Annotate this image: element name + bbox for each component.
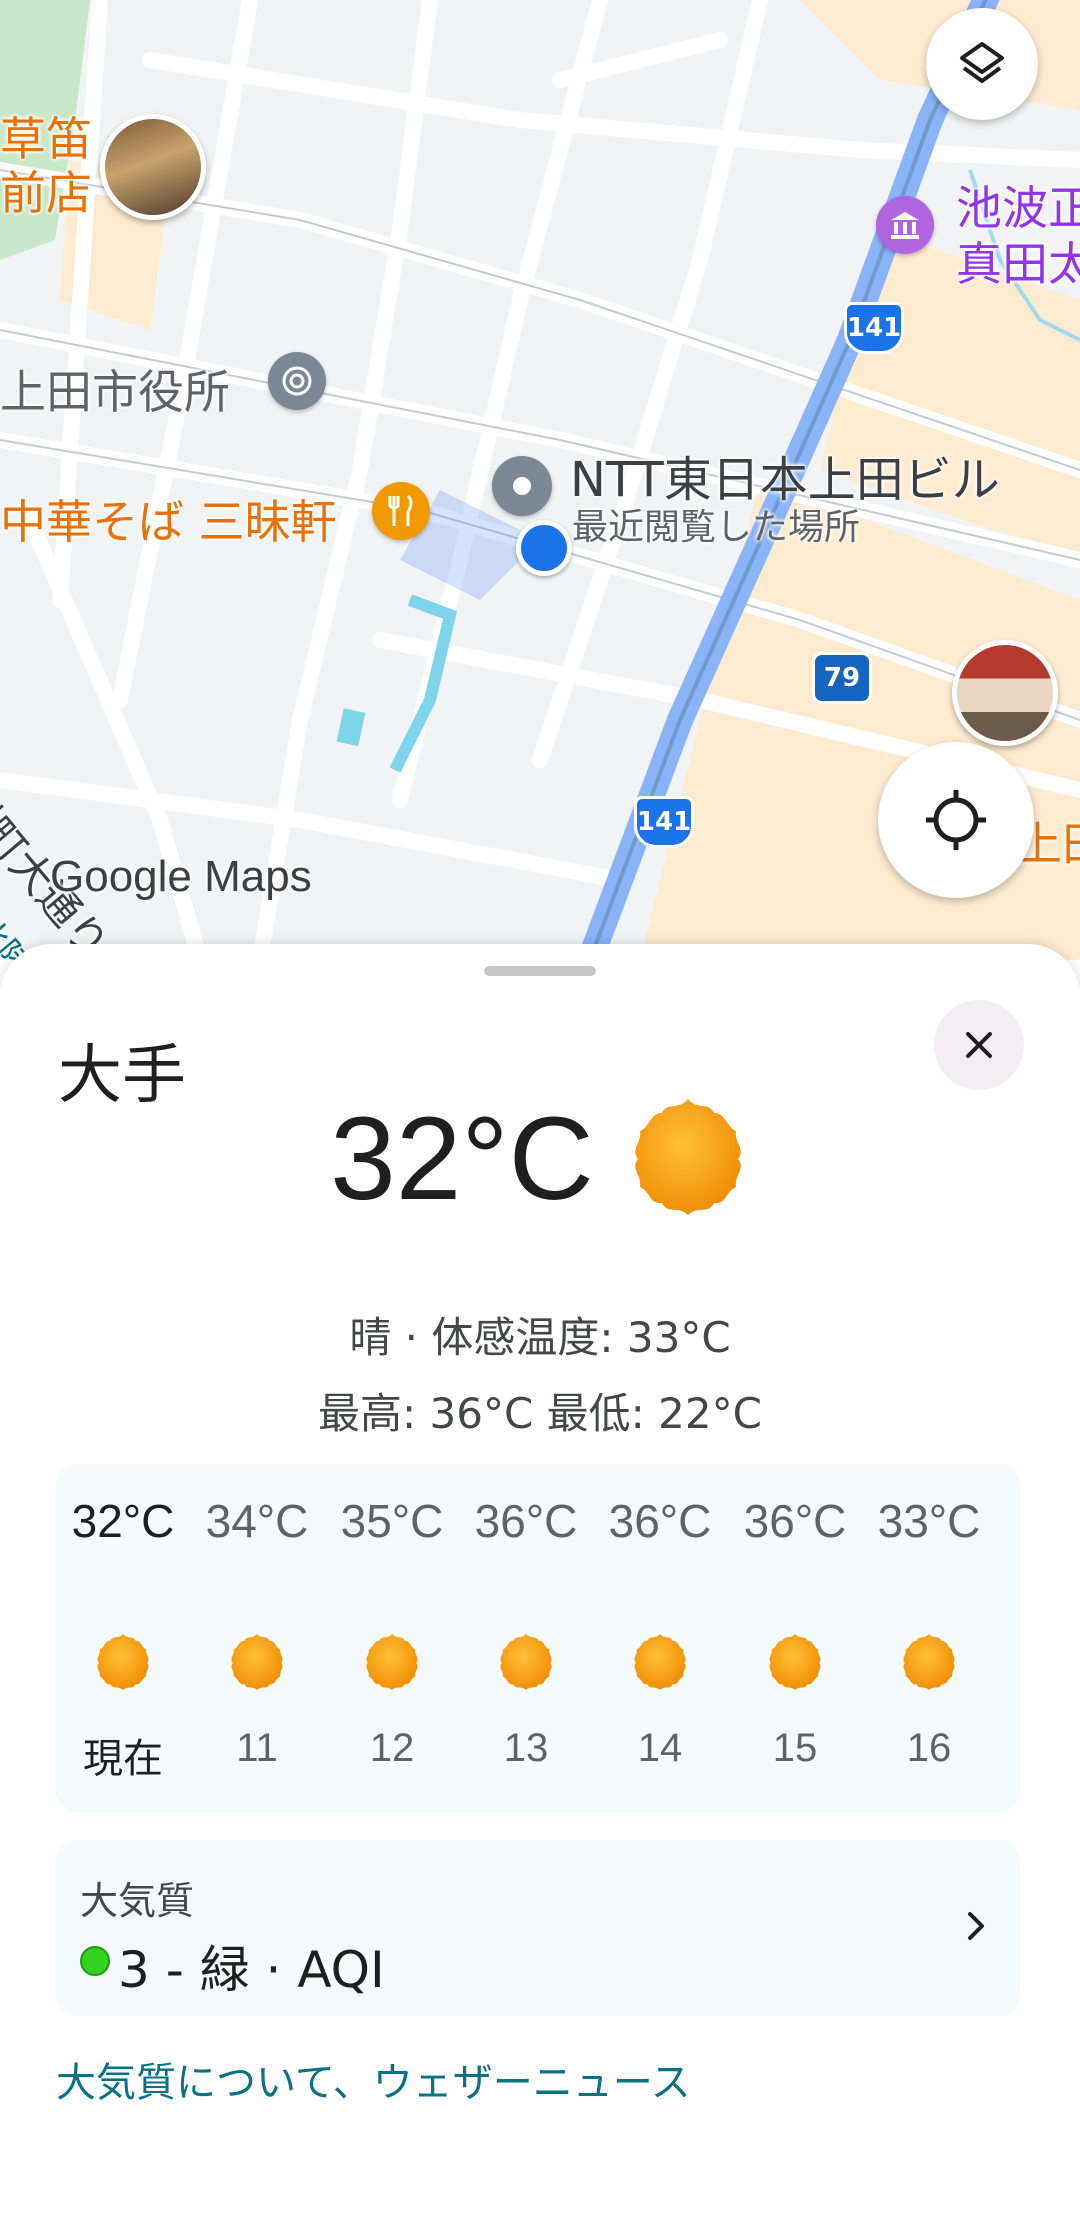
restaurant-photo-marker[interactable] bbox=[100, 114, 206, 220]
current-temperature: 32°C bbox=[330, 1093, 594, 1225]
close-icon bbox=[966, 1032, 992, 1058]
sunny-icon bbox=[626, 1095, 750, 1223]
museum-icon bbox=[891, 212, 919, 239]
map-label-ramen[interactable]: 中華そば 三昧軒 bbox=[0, 486, 337, 552]
condition-feels-like: 晴 · 体感温度: 33°C bbox=[349, 1313, 731, 1362]
air-quality-source-link[interactable]: 大気質について、ウェザーニュース bbox=[56, 2050, 691, 2108]
shop-photo-marker[interactable] bbox=[952, 640, 1058, 746]
route-shield-141-bottom: 141 bbox=[634, 796, 694, 848]
hourly-time: 現在 bbox=[83, 1736, 163, 1782]
google-maps-logo: Google Maps bbox=[50, 852, 312, 901]
layers-button[interactable] bbox=[926, 8, 1038, 120]
hourly-time: 14 bbox=[637, 1726, 683, 1770]
hourly-item: 34°C 11 bbox=[190, 1464, 324, 1812]
city-hall-marker[interactable] bbox=[268, 352, 326, 410]
route-shield-141-top: 141 bbox=[844, 302, 904, 354]
sunny-icon bbox=[634, 1633, 686, 1691]
restaurant-marker[interactable] bbox=[372, 482, 430, 540]
map-view[interactable]: 草笛 前店 上田市役所 中華そば 三昧軒 NTT東日本上田ビル 最近閲覧した場所 bbox=[0, 0, 1080, 960]
high-low-temperature: 最高: 36°C 最低: 22°C bbox=[318, 1389, 762, 1438]
map-label-ntt-subtitle: 最近閲覧した場所 bbox=[572, 507, 861, 548]
sunny-icon bbox=[231, 1633, 283, 1691]
chevron-right-icon bbox=[968, 1912, 984, 1940]
weather-bottom-sheet: 大手 32°C 晴 · 体感温度: 33°C 最高: 36°C 最低: 22°C… bbox=[0, 944, 1080, 2240]
drag-handle[interactable] bbox=[484, 966, 596, 976]
current-weather: 32°C bbox=[0, 1074, 1080, 1244]
hourly-temp: 32°C bbox=[71, 1495, 175, 1547]
my-location-button[interactable] bbox=[878, 742, 1034, 898]
hourly-item: 36°C 15 bbox=[728, 1464, 862, 1812]
sunny-icon bbox=[97, 1633, 149, 1691]
selected-place-marker[interactable] bbox=[492, 456, 552, 516]
layers-icon bbox=[960, 42, 1004, 83]
air-quality-title: 大気質 bbox=[80, 1879, 195, 1923]
hourly-item: 32°C 現在 bbox=[56, 1464, 190, 1812]
hourly-temp: 33°C bbox=[877, 1495, 981, 1547]
fork-knife-icon bbox=[388, 494, 413, 526]
map-label-restaurant[interactable]: 草笛 前店 bbox=[0, 112, 92, 220]
route-shield-79: 79 bbox=[812, 652, 872, 704]
museum-marker[interactable] bbox=[876, 196, 934, 254]
hourly-time: 12 bbox=[369, 1726, 415, 1770]
hourly-item: 33°C 16 bbox=[862, 1464, 996, 1812]
current-location-dot bbox=[516, 520, 572, 576]
map-label-museum[interactable]: 池波正 真田太 bbox=[956, 180, 1080, 292]
hourly-item: 36°C 14 bbox=[593, 1464, 727, 1812]
hourly-temp: 36°C bbox=[608, 1495, 712, 1547]
sunny-icon bbox=[366, 1633, 418, 1691]
air-quality-value: 3 - 緑 · AQI bbox=[118, 1941, 385, 1999]
hourly-forecast[interactable]: 32°C 現在 34°C 11 35°C 12 36°C 13 36°C 14 … bbox=[56, 1464, 1020, 1812]
map-label-city-hall[interactable]: 上田市役所 bbox=[0, 356, 230, 422]
hourly-time: 13 bbox=[503, 1726, 549, 1770]
air-quality-card[interactable]: 大気質 3 - 緑 · AQI bbox=[56, 1840, 1020, 2016]
hourly-temp: 35°C bbox=[340, 1495, 444, 1547]
hourly-time: 16 bbox=[906, 1726, 952, 1770]
crosshair-icon bbox=[926, 790, 986, 850]
hourly-item: 36°C 13 bbox=[459, 1464, 593, 1812]
hourly-temp: 36°C bbox=[474, 1495, 578, 1547]
hourly-temp: 36°C bbox=[743, 1495, 847, 1547]
hourly-time: 11 bbox=[236, 1726, 278, 1770]
sunny-icon bbox=[769, 1633, 821, 1691]
hourly-time: 15 bbox=[772, 1726, 818, 1770]
hourly-item: 35°C 12 bbox=[325, 1464, 459, 1812]
aqi-status-dot bbox=[80, 1946, 110, 1976]
hourly-temp: 34°C bbox=[205, 1495, 309, 1547]
target-icon bbox=[282, 366, 312, 396]
sunny-icon bbox=[500, 1633, 552, 1691]
sunny-icon bbox=[903, 1633, 955, 1691]
